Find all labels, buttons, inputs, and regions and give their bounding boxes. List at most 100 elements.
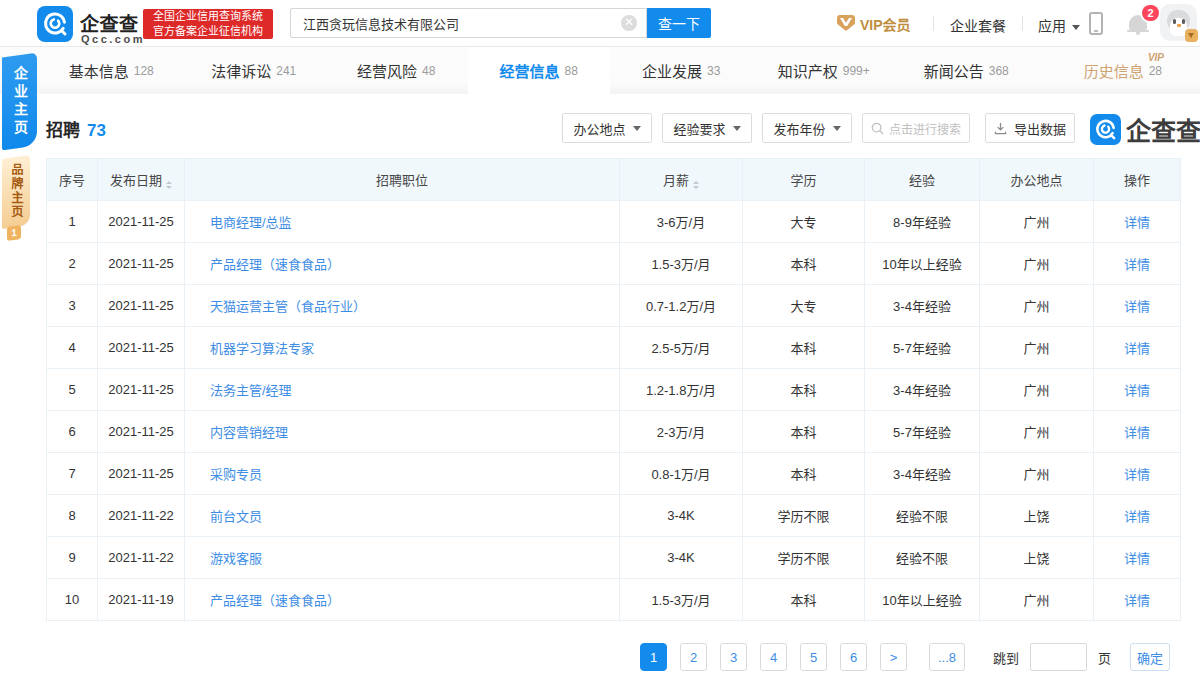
avatar-dropdown-icon[interactable] (1185, 29, 1198, 42)
cell-experience: 8-9年经验 (865, 201, 980, 243)
chevron-down-icon (633, 126, 641, 131)
cell-experience: 5-7年经验 (865, 411, 980, 453)
company-search-input[interactable] (290, 8, 647, 38)
cell-index: 10 (47, 579, 98, 621)
filter-office-location[interactable]: 办公地点 (562, 113, 652, 143)
side-tab-brand-home[interactable]: 品牌主页 (2, 155, 30, 229)
cell-job-title: 内容营销经理 (185, 411, 620, 453)
search-button[interactable]: 查一下 (647, 8, 711, 38)
export-data-button[interactable]: 导出数据 (985, 113, 1075, 143)
page-button-3[interactable]: 3 (720, 643, 747, 671)
logo-title[interactable]: 企查查 (80, 9, 139, 36)
more-pages-button[interactable]: ...8 (929, 643, 965, 671)
job-title-link[interactable]: 游戏客服 (210, 551, 262, 566)
cell-action: 详情 (1094, 453, 1181, 495)
job-title-link[interactable]: 天猫运营主管（食品行业） (210, 299, 366, 314)
recruitment-table: 序号发布日期招聘职位月薪学历经验办公地点操作 12021-11-25电商经理/总… (46, 158, 1181, 621)
table-row: 62021-11-25内容营销经理2-3万/月本科5-7年经验广州详情 (47, 411, 1181, 453)
cell-location: 广州 (980, 327, 1094, 369)
cell-action: 详情 (1094, 495, 1181, 537)
job-title-link[interactable]: 产品经理（速食食品） (210, 257, 340, 272)
cell-salary: 3-4K (620, 495, 743, 537)
confirm-jump-button[interactable]: 确定 (1130, 643, 1170, 671)
cell-index: 8 (47, 495, 98, 537)
page-button-1[interactable]: 1 (640, 643, 667, 671)
cell-date: 2021-11-19 (98, 579, 185, 621)
cell-salary: 0.7-1.2万/月 (620, 285, 743, 327)
job-title-link[interactable]: 采购专员 (210, 467, 262, 482)
nav-tab-5[interactable]: 企业发展33 (610, 47, 753, 94)
apps-menu[interactable]: 应用 (1038, 15, 1080, 35)
cell-location: 上饶 (980, 537, 1094, 579)
detail-link[interactable]: 详情 (1124, 383, 1150, 398)
sort-icon[interactable] (166, 181, 172, 189)
cell-location: 上饶 (980, 495, 1094, 537)
cell-location: 广州 (980, 369, 1094, 411)
filter-experience[interactable]: 经验要求 (662, 113, 752, 143)
detail-link[interactable]: 详情 (1124, 425, 1150, 440)
enterprise-package-link[interactable]: 企业套餐 (950, 15, 1006, 35)
cell-salary: 1.5-3万/月 (620, 579, 743, 621)
nav-tab-label: 知识产权 (778, 60, 838, 81)
nav-tab-8[interactable]: VIP历史信息28 (1038, 47, 1181, 94)
detail-link[interactable]: 详情 (1124, 299, 1150, 314)
clear-search-icon[interactable]: ✕ (621, 15, 637, 31)
vip-member-link[interactable]: VIP会员 (860, 14, 911, 34)
table-search-box[interactable]: 点击进行搜索 (862, 113, 970, 143)
nav-tab-3[interactable]: 经营风险48 (325, 47, 468, 94)
nav-tab-count: 88 (565, 64, 578, 78)
nav-tab-2[interactable]: 法律诉讼241 (183, 47, 326, 94)
next-page-button[interactable]: > (880, 643, 907, 671)
detail-link[interactable]: 详情 (1124, 593, 1150, 608)
side-tab-company-home[interactable]: 企业主页 (2, 53, 37, 151)
detail-link[interactable]: 详情 (1124, 215, 1150, 230)
table-search-placeholder: 点击进行搜索 (889, 120, 961, 137)
job-title-link[interactable]: 内容营销经理 (210, 425, 288, 440)
qcc-watermark: 企查查 (1090, 111, 1200, 147)
cell-index: 4 (47, 327, 98, 369)
detail-link[interactable]: 详情 (1124, 341, 1150, 356)
nav-tab-4[interactable]: 经营信息88 (468, 47, 611, 94)
filter-publish-year[interactable]: 发布年份 (762, 113, 852, 143)
sort-icon[interactable] (693, 181, 699, 189)
page-button-4[interactable]: 4 (760, 643, 787, 671)
cell-date: 2021-11-22 (98, 495, 185, 537)
mobile-app-icon[interactable] (1089, 12, 1103, 35)
qcc-logo-icon[interactable] (37, 6, 73, 42)
cell-index: 2 (47, 243, 98, 285)
table-row: 42021-11-25机器学习算法专家2.5-5万/月本科5-7年经验广州详情 (47, 327, 1181, 369)
detail-link[interactable]: 详情 (1124, 257, 1150, 272)
job-title-link[interactable]: 产品经理（速食食品） (210, 593, 340, 608)
section-title-text: 招聘 (46, 121, 80, 140)
cell-salary: 3-4K (620, 537, 743, 579)
page-button-2[interactable]: 2 (680, 643, 707, 671)
page-button-6[interactable]: 6 (840, 643, 867, 671)
job-title-link[interactable]: 电商经理/总监 (210, 215, 292, 230)
cell-location: 广州 (980, 201, 1094, 243)
cell-education: 本科 (743, 243, 865, 285)
detail-link[interactable]: 详情 (1124, 509, 1150, 524)
logo-domain: Qcc.com (81, 33, 145, 45)
cell-education: 本科 (743, 579, 865, 621)
cell-index: 5 (47, 369, 98, 411)
detail-link[interactable]: 详情 (1124, 551, 1150, 566)
apps-caret-icon (1072, 25, 1080, 30)
nav-tab-label: 基本信息 (69, 60, 129, 81)
page-button-5[interactable]: 5 (800, 643, 827, 671)
column-header-2[interactable]: 发布日期 (98, 159, 185, 201)
job-title-link[interactable]: 法务主管/经理 (210, 383, 292, 398)
jump-page-input[interactable] (1030, 643, 1087, 671)
detail-link[interactable]: 详情 (1124, 467, 1150, 482)
certification-line1: 全国企业信用查询系统 (143, 9, 273, 24)
nav-tab-7[interactable]: 新闻公告368 (895, 47, 1038, 94)
nav-tab-1[interactable]: 基本信息128 (40, 47, 183, 94)
job-title-link[interactable]: 前台文员 (210, 509, 262, 524)
column-header-4[interactable]: 月薪 (620, 159, 743, 201)
cell-location: 广州 (980, 579, 1094, 621)
cell-index: 1 (47, 201, 98, 243)
nav-tab-count: 33 (707, 64, 720, 78)
cell-experience: 3-4年经验 (865, 453, 980, 495)
job-title-link[interactable]: 机器学习算法专家 (210, 341, 314, 356)
nav-tab-6[interactable]: 知识产权999+ (753, 47, 896, 94)
cell-education: 本科 (743, 411, 865, 453)
